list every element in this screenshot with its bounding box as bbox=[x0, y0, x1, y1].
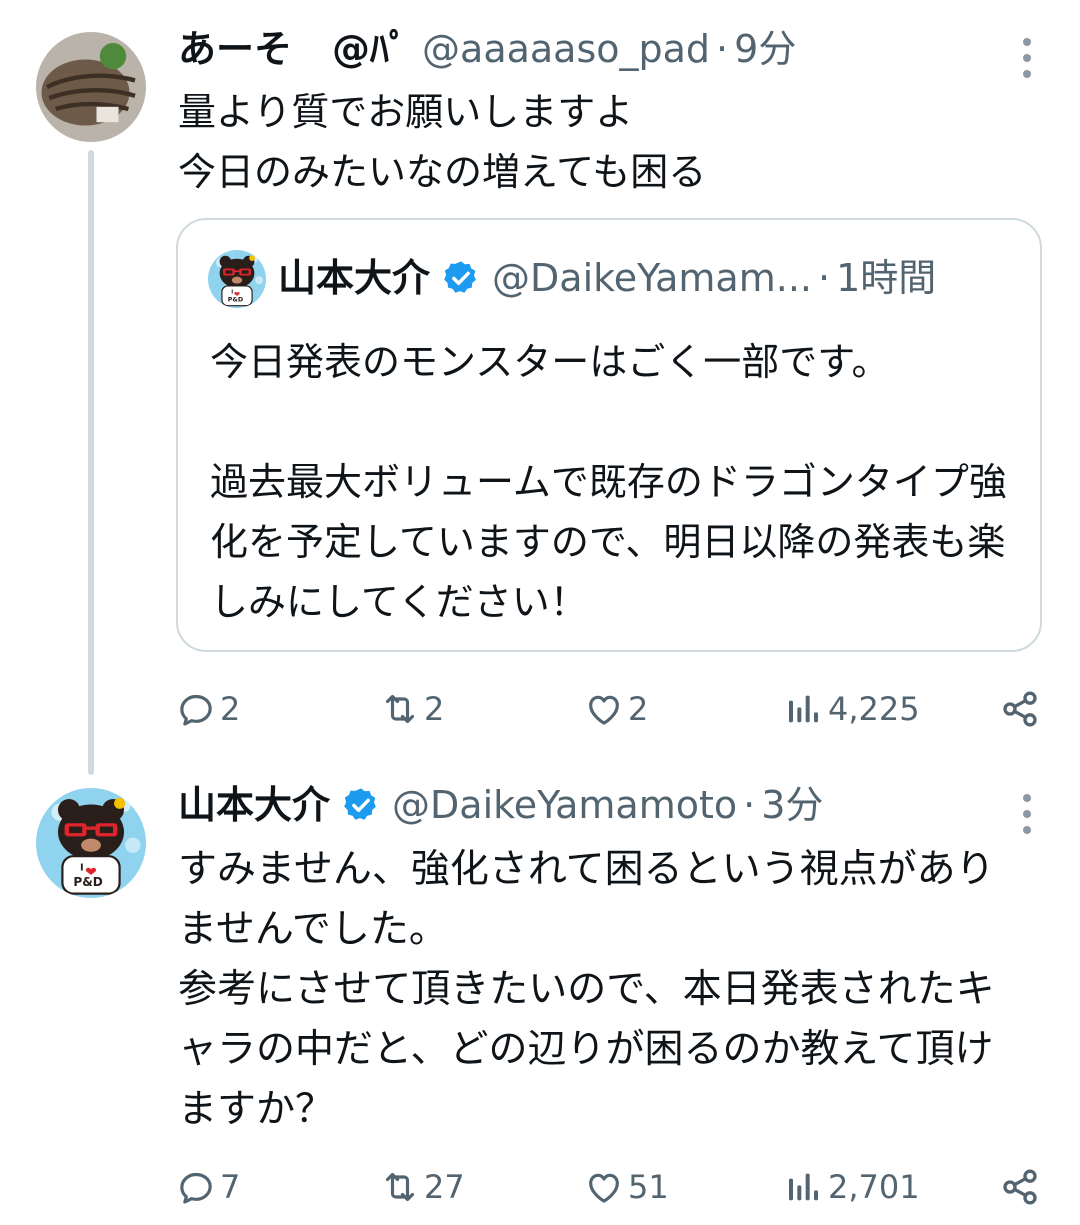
tweet-text: 量より質でお願いしますよ 今日のみたいなの増えても困る bbox=[178, 90, 707, 194]
separator-dot: · bbox=[817, 256, 831, 300]
timestamp[interactable]: 9分 bbox=[734, 24, 796, 74]
views-button[interactable]: 4,225 bbox=[784, 684, 920, 734]
bear-mascot-avatar-icon bbox=[36, 788, 146, 898]
author-handle[interactable]: @DaikeYamamoto bbox=[392, 780, 737, 830]
more-options-icon[interactable] bbox=[1022, 794, 1032, 834]
thread-connector bbox=[88, 150, 94, 775]
heart-icon bbox=[584, 689, 624, 729]
action-bar: 2 2 2 4,225 bbox=[176, 684, 1040, 734]
author-handle[interactable]: @aaaaaso_pad bbox=[422, 24, 710, 74]
reply-count: 7 bbox=[220, 1168, 241, 1206]
separator-dot: · bbox=[743, 783, 756, 827]
share-icon bbox=[1000, 689, 1040, 729]
quoted-tweet-header: 山本大介 @DaikeYamam... · 1時間 bbox=[278, 250, 1010, 306]
tweet-header: 山本大介 @DaikeYamamoto · 3分 bbox=[178, 780, 1000, 830]
timestamp[interactable]: 3分 bbox=[761, 780, 823, 830]
tweet-header: あーそ @ﾊﾟ @aaaaaso_pad · 9分 bbox=[178, 24, 1000, 74]
timestamp: 1時間 bbox=[836, 256, 937, 300]
separator-dot: · bbox=[716, 27, 729, 71]
avatar[interactable] bbox=[36, 32, 146, 142]
retweet-count: 27 bbox=[424, 1168, 465, 1206]
reply-button[interactable]: 2 bbox=[176, 684, 240, 734]
retweet-count: 2 bbox=[424, 690, 445, 728]
like-count: 2 bbox=[628, 690, 649, 728]
heart-icon bbox=[584, 1167, 624, 1207]
quoted-tweet[interactable]: 山本大介 @DaikeYamam... · 1時間 今日発表のモンスターはごく一… bbox=[176, 218, 1042, 652]
retweet-icon bbox=[380, 689, 420, 729]
reply-button[interactable]: 7 bbox=[176, 1162, 240, 1212]
views-button[interactable]: 2,701 bbox=[784, 1162, 920, 1212]
action-bar: 7 27 51 2,701 bbox=[176, 1162, 1040, 1212]
share-icon bbox=[1000, 1167, 1040, 1207]
author-name[interactable]: 山本大介 bbox=[178, 780, 330, 830]
share-button[interactable] bbox=[1000, 1162, 1040, 1212]
view-count: 2,701 bbox=[828, 1168, 920, 1206]
avatar bbox=[208, 250, 266, 308]
like-button[interactable]: 2 bbox=[584, 684, 648, 734]
bear-mascot-avatar-icon bbox=[208, 250, 266, 308]
more-options-icon[interactable] bbox=[1022, 38, 1032, 78]
views-bar-chart-icon bbox=[784, 1167, 824, 1207]
retweet-button[interactable]: 2 bbox=[380, 684, 444, 734]
reply-icon bbox=[176, 689, 216, 729]
reply-icon bbox=[176, 1167, 216, 1207]
author-name: 山本大介 bbox=[278, 256, 431, 300]
food-photo-avatar-icon bbox=[36, 32, 146, 142]
view-count: 4,225 bbox=[828, 690, 920, 728]
like-count: 51 bbox=[628, 1168, 669, 1206]
views-bar-chart-icon bbox=[784, 689, 824, 729]
avatar[interactable] bbox=[36, 788, 146, 898]
verified-badge-icon bbox=[342, 786, 380, 824]
retweet-icon bbox=[380, 1167, 420, 1207]
tweet-text: すみません、強化されて困るという視点がありませんでした。 参考にさせて頂きたいの… bbox=[178, 847, 995, 1132]
retweet-button[interactable]: 27 bbox=[380, 1162, 465, 1212]
reply-count: 2 bbox=[220, 690, 241, 728]
verified-badge-icon bbox=[442, 259, 480, 297]
author-handle: @DaikeYamam... bbox=[492, 256, 812, 300]
author-name[interactable]: あーそ bbox=[178, 24, 292, 74]
author-name-badge: @ﾊﾟ bbox=[332, 27, 409, 71]
quoted-tweet-text: 今日発表のモンスターはごく一部です。 過去最大ボリュームで既存のドラゴンタイプ強… bbox=[210, 340, 1007, 624]
like-button[interactable]: 51 bbox=[584, 1162, 669, 1212]
share-button[interactable] bbox=[1000, 684, 1040, 734]
